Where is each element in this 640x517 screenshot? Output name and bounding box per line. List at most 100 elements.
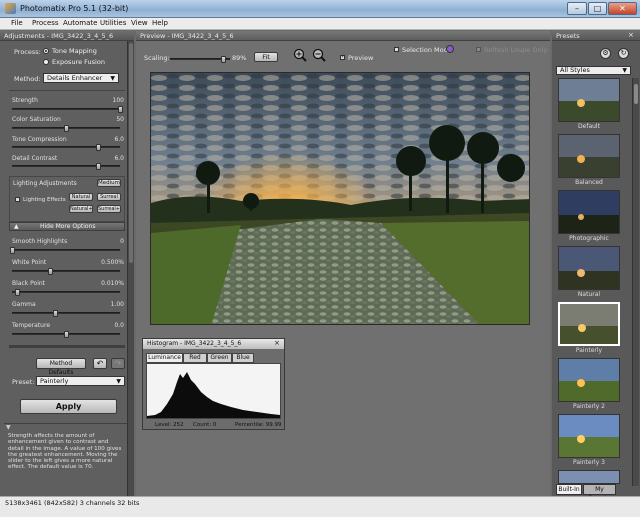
undo-button[interactable]: ↶ [93,358,107,369]
color-saturation-value[interactable]: 50 [116,116,124,123]
hide-more-options-label: Hide More Options [40,223,96,230]
fit-button[interactable]: Fit [254,52,278,62]
selection-mode-checkbox[interactable] [394,47,399,52]
surreal-button[interactable]: Surreal [97,193,121,201]
chevron-down-icon: ▼ [110,75,115,82]
tab-red[interactable]: Red [183,353,207,363]
preview-image[interactable] [150,72,530,325]
black-point-slider[interactable] [12,289,120,296]
minimize-button[interactable]: – [567,2,587,15]
color-saturation-slider[interactable] [12,125,120,132]
preset-label-painterly-3: Painterly 3 [573,459,605,466]
preset-thumbnail-default[interactable] [558,78,620,122]
menu-view[interactable]: View [131,19,148,27]
apply-button[interactable]: Apply [20,399,117,414]
detail-contrast-value[interactable]: 6.0 [114,155,124,162]
black-point-value[interactable]: 0.010% [101,280,124,287]
tab-my-presets[interactable]: My Presets [583,484,616,502]
zoom-in-icon[interactable] [293,48,307,62]
close-icon[interactable]: × [274,339,280,347]
styles-select[interactable]: All Styles ▼ [556,66,631,75]
preset-thumbnail-painterly-3[interactable] [558,414,620,458]
adjustments-scrollbar[interactable] [127,41,134,496]
divider [9,90,125,91]
help-icon[interactable] [446,45,454,53]
preset-thumbnail-balanced[interactable] [558,134,620,178]
preset-select[interactable]: Painterly ▼ [36,376,125,386]
menu-help[interactable]: Help [152,19,168,27]
color-saturation-slider-thumb[interactable] [64,125,69,132]
close-icon[interactable]: × [628,31,634,39]
scaling-slider-thumb[interactable] [221,56,227,63]
redo-button[interactable]: ↷ [111,358,125,369]
smooth-highlights-slider[interactable] [10,247,120,254]
tone-mapping-radio[interactable] [43,48,49,54]
white-point-slider-thumb[interactable] [47,268,53,275]
refresh-loupe-checkbox[interactable] [476,47,481,52]
strength-slider-thumb[interactable] [118,106,123,113]
temperature-value[interactable]: 0.0 [114,322,124,329]
gear-icon[interactable]: ⚙ [600,48,611,59]
gamma-slider-thumb[interactable] [53,310,59,317]
method-select[interactable]: Details Enhancer ▼ [43,73,119,83]
preset-label-photographic: Photographic [569,235,609,242]
menu-process[interactable]: Process [32,19,59,27]
smooth-highlights-label: Smooth Highlights [12,238,68,245]
temperature-slider-thumb[interactable] [64,331,69,338]
refresh-icon[interactable]: ↻ [618,48,629,59]
menu-automate[interactable]: Automate [63,19,97,27]
temperature-slider[interactable] [12,331,120,338]
menu-utilities[interactable]: Utilities [100,19,126,27]
gamma-slider[interactable] [12,310,120,317]
tab-luminance[interactable]: Luminance [146,353,183,363]
histogram-window: Histogram - IMG_3422_3_4_5_6 × Luminance… [142,338,285,430]
presets-header: Presets [552,31,640,41]
presets-scrollbar[interactable] [632,78,639,486]
close-button[interactable]: ✕ [608,2,637,15]
exposure-fusion-label[interactable]: Exposure Fusion [52,58,105,66]
smooth-highlights-slider-thumb[interactable] [10,247,15,254]
white-point-slider[interactable] [12,268,120,275]
hide-more-options-toggle[interactable]: ▲ Hide More Options [9,222,125,231]
method-defaults-button[interactable]: Method Defaults [36,358,86,376]
tab-green[interactable]: Green [207,353,232,363]
lighting-medium-button[interactable]: Medium [97,179,121,187]
surreal-plus-button[interactable]: Surreal+ [97,205,121,213]
maximize-button[interactable]: □ [588,2,607,15]
tone-compression-slider-thumb[interactable] [96,144,102,151]
gamma-value[interactable]: 1.00 [111,301,124,308]
natural-plus-button[interactable]: Natural+ [69,205,93,213]
preview-label: Preview [348,54,374,62]
preview-header: Preview - IMG_3422_3_4_5_6 [136,31,550,41]
white-point-value[interactable]: 0.500% [101,259,124,266]
preset-thumbnail-photographic[interactable] [558,190,620,234]
detail-contrast-slider-thumb[interactable] [96,163,102,170]
tab-blue[interactable]: Blue [232,353,254,363]
detail-contrast-slider[interactable] [12,163,120,170]
help-collapse-icon[interactable]: ▼ [6,424,11,431]
horizontal-scrollbar[interactable] [9,345,125,348]
histogram-header: Histogram - IMG_3422_3_4_5_6 [143,339,284,349]
preset-thumbnail-painterly-2[interactable] [558,358,620,402]
tone-compression-slider[interactable] [12,144,120,151]
tone-mapping-label[interactable]: Tone Mapping [52,47,97,55]
menu-file[interactable]: File [11,19,23,27]
scaling-slider[interactable] [170,56,230,63]
exposure-fusion-radio[interactable] [43,59,49,65]
adjustments-panel: Adjustments - IMG_3422_3_4_5_6 Process: … [0,31,134,496]
strength-value[interactable]: 100 [113,97,124,104]
tone-compression-value[interactable]: 6.0 [114,136,124,143]
preset-thumbnail-painterly[interactable] [558,302,620,346]
zoom-out-icon[interactable] [312,48,326,62]
lighting-effects-checkbox[interactable] [15,197,20,202]
natural-button[interactable]: Natural [69,193,93,201]
scrollbar-thumb[interactable] [129,43,133,263]
preview-checkbox[interactable]: ✓ [340,55,345,60]
scrollbar-thumb[interactable] [634,84,638,104]
preset-thumbnail-next[interactable] [558,470,620,484]
black-point-slider-thumb[interactable] [15,289,21,296]
preset-thumbnail-natural[interactable] [558,246,620,290]
tab-built-in[interactable]: Built-In [556,484,582,495]
smooth-highlights-value[interactable]: 0 [120,238,124,245]
strength-slider[interactable] [12,106,123,113]
